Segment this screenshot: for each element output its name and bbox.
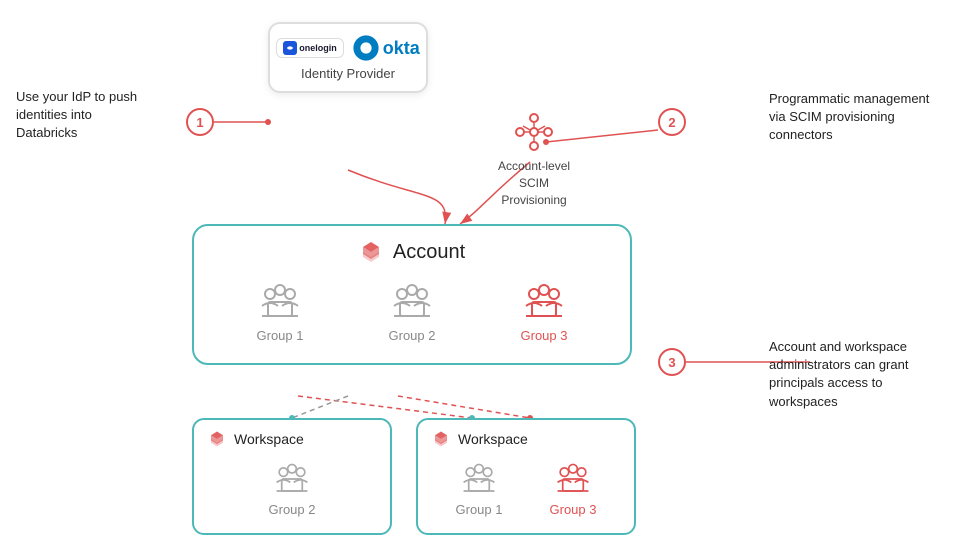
workspace-1-box: Workspace Group 2: [192, 418, 392, 535]
workspace-2-group-1-icon: [455, 460, 503, 498]
workspace-2-box: Workspace Group 1: [416, 418, 636, 535]
right-annotation-3: Account and workspace administrators can…: [769, 338, 944, 411]
right-annotation-2: Programmatic management via SCIM provisi…: [769, 90, 944, 145]
workspace-1-header: Workspace: [208, 430, 376, 448]
workspace-2-group-1: Group 1: [455, 460, 503, 517]
workspace-2-group-1-label: Group 1: [456, 502, 503, 517]
databricks-icon: [359, 240, 383, 264]
onelogin-icon: [283, 41, 297, 55]
step-3-circle: 3: [658, 348, 686, 376]
account-group-2: Group 2: [384, 280, 440, 343]
group-3-icon: [516, 280, 572, 324]
workspace-1-group-2-icon: [268, 460, 316, 498]
step-2-circle: 2: [658, 108, 686, 136]
step-1-circle: 1: [186, 108, 214, 136]
account-group-3-label: Group 3: [521, 328, 568, 343]
account-title: Account: [393, 241, 465, 264]
idp-logos: onelogin okta: [276, 34, 420, 62]
group-2-icon: [384, 280, 440, 324]
idp-box: onelogin okta Identity Provider: [268, 22, 428, 93]
workspace-1-group-2: Group 2: [268, 460, 316, 517]
onelogin-badge: onelogin: [276, 38, 344, 58]
workspace-2-group-3-label: Group 3: [550, 502, 597, 517]
account-groups-row: Group 1 Group 2: [214, 280, 610, 343]
account-group-1: Group 1: [252, 280, 308, 343]
workspace-1-group-2-label: Group 2: [269, 502, 316, 517]
scim-icon: [512, 110, 556, 154]
account-box: Account Group 1: [192, 224, 632, 365]
workspace-1-groups: Group 2: [208, 460, 376, 517]
scim-box: Account-level SCIM Provisioning: [498, 110, 570, 208]
diagram-container: Use your IdP to push identities into Dat…: [0, 0, 960, 540]
workspace-2-group-3-icon: [549, 460, 597, 498]
group-1-icon: [252, 280, 308, 324]
workspace-2-groups: Group 1 Group 3: [432, 460, 620, 517]
account-group-1-label: Group 1: [257, 328, 304, 343]
scim-label: Account-level SCIM Provisioning: [498, 158, 570, 208]
account-header: Account: [214, 240, 610, 264]
workspace-2-header: Workspace: [432, 430, 620, 448]
okta-badge: okta: [352, 34, 420, 62]
workspace-1-title: Workspace: [234, 431, 304, 447]
okta-icon: [352, 34, 380, 62]
left-annotation: Use your IdP to push identities into Dat…: [16, 88, 146, 143]
workspace-1-icon: [208, 430, 226, 448]
account-group-3: Group 3: [516, 280, 572, 343]
workspace-2-group-3: Group 3: [549, 460, 597, 517]
workspace-2-icon: [432, 430, 450, 448]
account-group-2-label: Group 2: [389, 328, 436, 343]
workspace-2-title: Workspace: [458, 431, 528, 447]
idp-label: Identity Provider: [301, 66, 395, 81]
